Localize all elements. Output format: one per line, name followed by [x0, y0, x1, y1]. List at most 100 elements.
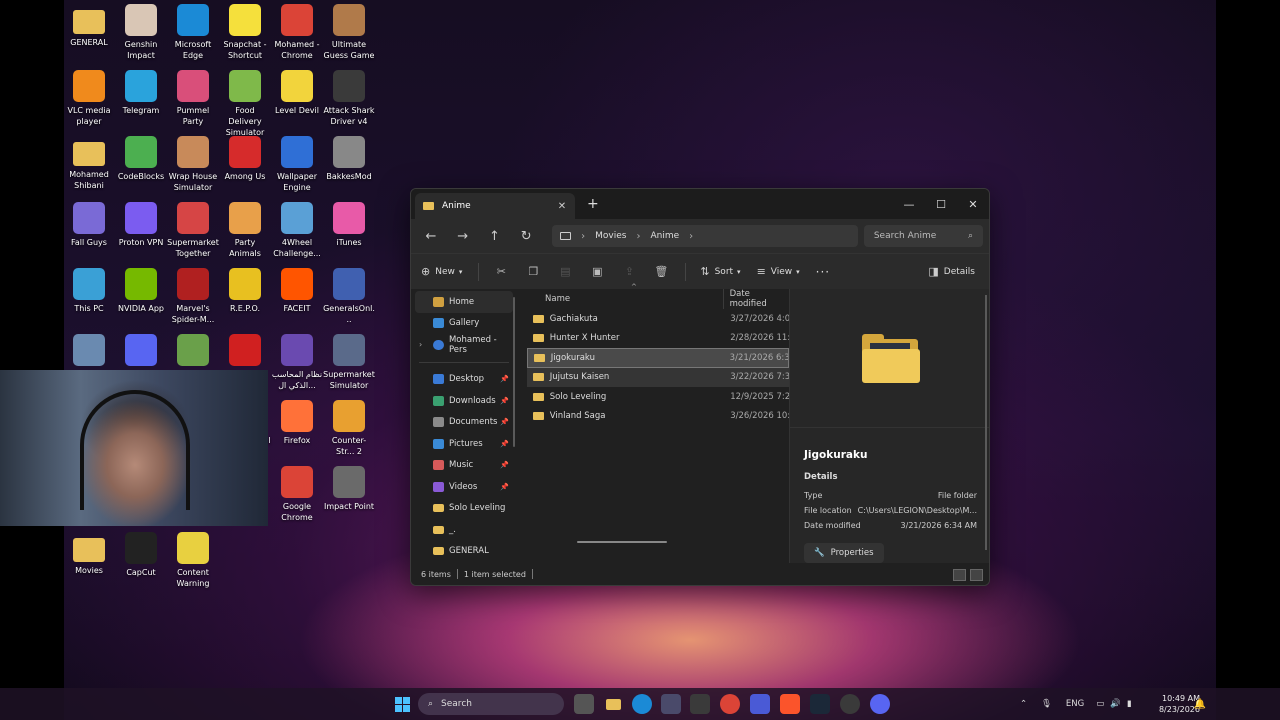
- desktop-icon-party-animals[interactable]: Party Animals: [219, 202, 271, 259]
- network-icon[interactable]: ▭: [1096, 699, 1104, 709]
- desktop-icon-nvidia-app[interactable]: NVIDIA App: [115, 268, 167, 314]
- cut-icon[interactable]: ✂: [493, 264, 509, 280]
- app-taskbar-icon[interactable]: [690, 694, 710, 714]
- desktop-icon-attack-shark-driver-v4[interactable]: Attack Shark Driver v4: [323, 70, 375, 127]
- desktop-icon-recycle-bin-icon[interactable]: [63, 334, 115, 369]
- refresh-button[interactable]: ↻: [512, 222, 540, 250]
- paste-icon[interactable]: ▤: [557, 264, 573, 280]
- file-row[interactable]: Vinland Saga 3/26/2026 10:29: [527, 407, 789, 427]
- search-input[interactable]: Search Anime ⌕: [863, 225, 984, 247]
- desktop-icon-counter-str-2[interactable]: Counter-Str... 2: [323, 400, 375, 457]
- nav-folder[interactable]: _.: [411, 519, 517, 541]
- column-date-modified[interactable]: Date modified: [722, 289, 789, 309]
- column-name[interactable]: Name: [527, 294, 723, 304]
- desktop-icon-app-red-icon[interactable]: [219, 334, 271, 369]
- discord-taskbar-icon[interactable]: [870, 694, 890, 714]
- desktop-icon-faceit[interactable]: FACEIT: [271, 268, 323, 314]
- notification-bell-icon[interactable]: 🔔: [1190, 694, 1210, 714]
- nav-home[interactable]: Home: [415, 291, 513, 313]
- desktop-icon-4wheel-challenge[interactable]: 4Wheel Challenge...: [271, 202, 323, 259]
- copy-icon[interactable]: ❐: [525, 264, 541, 280]
- microphone-icon[interactable]: 🎙: [1041, 699, 1052, 709]
- desktop-icon-food-delivery-simulator[interactable]: Food Delivery Simulator: [219, 70, 271, 138]
- chrome-taskbar-icon[interactable]: [720, 694, 740, 714]
- nav-gallery[interactable]: Gallery: [411, 313, 517, 335]
- nav-pictures[interactable]: Pictures 📌: [411, 433, 517, 455]
- share-icon[interactable]: ⇪: [621, 264, 637, 280]
- file-row[interactable]: Jujutsu Kaisen 3/22/2026 7:38: [527, 367, 789, 387]
- language-indicator[interactable]: ENG: [1066, 699, 1084, 709]
- delete-icon[interactable]: 🗑: [653, 264, 669, 280]
- details-pane-button[interactable]: ◨ Details: [928, 265, 975, 278]
- chevron-up-icon[interactable]: ⌃: [1020, 699, 1027, 709]
- desktop-icon-supermarket-simulator[interactable]: Supermarket Simulator: [323, 334, 375, 391]
- desktop-icon-discord-icon[interactable]: [115, 334, 167, 369]
- steam-taskbar-icon[interactable]: [810, 694, 830, 714]
- nav-downloads[interactable]: Downloads 📌: [411, 390, 517, 412]
- desktop-icon-supermarket-together[interactable]: Supermarket Together: [167, 202, 219, 259]
- forward-button[interactable]: →: [449, 222, 477, 250]
- desktop-icon-itunes[interactable]: iTunes: [323, 202, 375, 248]
- desktop-icon-microsoft-edge[interactable]: Microsoft Edge: [167, 4, 219, 61]
- rename-icon[interactable]: ▣: [589, 264, 605, 280]
- desktop-icon-r-e-p-o[interactable]: R.E.P.O.: [219, 268, 271, 314]
- file-row[interactable]: Gachiakuta 3/27/2026 4:04: [527, 309, 789, 329]
- desktop-icon-marvel-s-spider-m[interactable]: Marvel's Spider-M...: [167, 268, 219, 325]
- file-row[interactable]: Jigokuraku 3/21/2026 6:34: [527, 348, 789, 368]
- obs-taskbar-icon[interactable]: [840, 694, 860, 714]
- close-window-button[interactable]: ✕: [957, 189, 989, 219]
- nav-desktop[interactable]: Desktop 📌: [411, 369, 517, 391]
- desktop-icon-pummel-party[interactable]: Pummel Party: [167, 70, 219, 127]
- view-button[interactable]: ≡ View ▾: [757, 265, 800, 278]
- title-bar[interactable]: Anime ✕ + — ☐ ✕: [411, 189, 989, 219]
- desktop-icon-bakkesmod[interactable]: BakkesMod: [323, 136, 375, 182]
- breadcrumb-movies[interactable]: Movies: [595, 231, 626, 241]
- new-tab-button[interactable]: +: [587, 196, 599, 212]
- desktop-icon-ultimate-guess-game[interactable]: Ultimate Guess Game: [323, 4, 375, 61]
- edge-taskbar-icon[interactable]: [632, 694, 652, 714]
- details-view-button[interactable]: [953, 569, 966, 581]
- up-button[interactable]: ↑: [481, 222, 509, 250]
- close-tab-icon[interactable]: ✕: [555, 201, 569, 212]
- nav-videos[interactable]: Videos 📌: [411, 476, 517, 498]
- desktop-icon-general[interactable]: GENERAL: [63, 4, 115, 48]
- desktop-icon-level-devil[interactable]: Level Devil: [271, 70, 323, 116]
- breadcrumb-anime[interactable]: Anime: [650, 231, 679, 241]
- properties-button[interactable]: 🔧 Properties: [804, 543, 884, 563]
- desktop-icon-generalsonl[interactable]: GeneralsOnl...: [323, 268, 375, 325]
- desktop-icon-google-chrome[interactable]: Google Chrome: [271, 466, 323, 523]
- nav-music[interactable]: Music 📌: [411, 455, 517, 477]
- file-row[interactable]: Hunter X Hunter 2/28/2026 11:29: [527, 329, 789, 349]
- desktop-icon-genshin-impact[interactable]: Genshin Impact: [115, 4, 167, 61]
- desktop-icon-firefox[interactable]: Firefox: [271, 400, 323, 446]
- desktop-icon-among-us[interactable]: Among Us: [219, 136, 271, 182]
- desktop-icon-capcut[interactable]: CapCut: [115, 532, 167, 578]
- brave-taskbar-icon[interactable]: [780, 694, 800, 714]
- battery-icon[interactable]: ▮: [1127, 699, 1132, 709]
- tiles-view-button[interactable]: [970, 569, 983, 581]
- file-row[interactable]: Solo Leveling 12/9/2025 7:21: [527, 387, 789, 407]
- desktop-icon-mohamed-shibani[interactable]: Mohamed Shibani: [63, 136, 115, 191]
- desktop-icon-fall-guys[interactable]: Fall Guys: [63, 202, 115, 248]
- file-explorer-taskbar-icon[interactable]: [603, 694, 623, 714]
- desktop-icon-codeblocks[interactable]: CodeBlocks: [115, 136, 167, 182]
- desktop-icon-movies[interactable]: Movies: [63, 532, 115, 576]
- volume-icon[interactable]: 🔊: [1110, 699, 1121, 709]
- back-button[interactable]: ←: [417, 222, 445, 250]
- minimize-button[interactable]: —: [893, 189, 925, 219]
- horizontal-scrollbar[interactable]: [577, 541, 667, 543]
- file-explorer-window[interactable]: Anime ✕ + — ☐ ✕ ← → ↑ ↻ › Movies › Anime…: [410, 188, 990, 586]
- desktop-icon-content-warning[interactable]: Content Warning: [167, 532, 219, 589]
- desktop-icon-[interactable]: نظام المحاسب الذكي ال...: [271, 334, 323, 391]
- tab-anime[interactable]: Anime ✕: [415, 193, 575, 219]
- nav-onedrive[interactable]: › Mohamed - Pers: [411, 334, 517, 356]
- start-button[interactable]: [392, 694, 412, 714]
- taskbar-search[interactable]: ⌕ Search: [418, 693, 564, 715]
- desktop-icon-mohamed-chrome[interactable]: Mohamed - Chrome: [271, 4, 323, 61]
- app2-taskbar-icon[interactable]: [750, 694, 770, 714]
- more-options-button[interactable]: ···: [816, 265, 830, 279]
- desktop-icon-impact-point[interactable]: Impact Point: [323, 466, 375, 512]
- task-view-icon[interactable]: [574, 694, 594, 714]
- desktop-icon-map-app-icon[interactable]: [167, 334, 219, 369]
- desktop-icon-snapchat-shortcut[interactable]: Snapchat - Shortcut: [219, 4, 271, 61]
